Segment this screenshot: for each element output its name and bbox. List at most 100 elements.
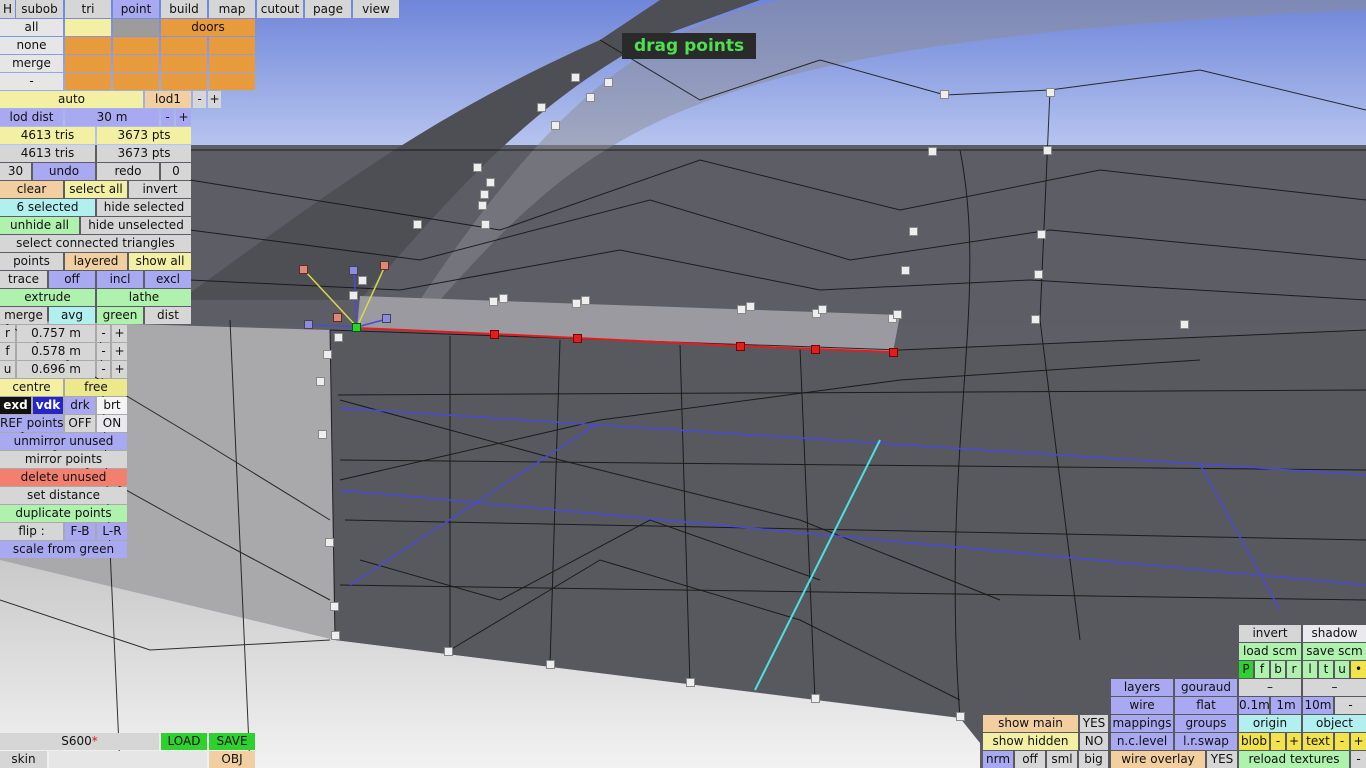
origin-button[interactable]: origin	[1239, 715, 1301, 732]
mirror-points-button[interactable]: mirror points	[0, 451, 127, 468]
tab-page[interactable]: page	[305, 0, 351, 18]
save-button[interactable]: SAVE	[209, 733, 255, 750]
select-all-group-button[interactable]: all	[0, 19, 63, 36]
reload-minus-button[interactable]: -	[1351, 751, 1366, 768]
3d-viewport[interactable]	[0, 0, 1366, 768]
gizmo-handle[interactable]	[299, 265, 308, 274]
mesh-point[interactable]	[323, 350, 332, 359]
layers-button[interactable]: layers	[1111, 679, 1173, 696]
selected-point[interactable]	[490, 330, 499, 339]
load-scm-button[interactable]: load scm	[1239, 643, 1301, 660]
view-dot-button[interactable]: •	[1351, 661, 1366, 678]
mesh-point[interactable]	[331, 631, 340, 640]
flip-lr-button[interactable]: L-R	[97, 523, 127, 540]
green-button[interactable]: green	[97, 307, 143, 324]
text-minus-button[interactable]: -	[1335, 733, 1349, 750]
redo-button[interactable]: redo	[97, 163, 159, 180]
show-hidden-toggle[interactable]: NO	[1080, 733, 1108, 750]
mesh-point[interactable]	[413, 220, 422, 229]
view-p-button[interactable]: P	[1239, 661, 1253, 678]
layered-button[interactable]: layered	[65, 253, 127, 270]
save-scm-button[interactable]: save scm	[1303, 643, 1366, 660]
mesh-point[interactable]	[334, 333, 343, 342]
show-main-toggle[interactable]: YES	[1080, 715, 1108, 732]
mesh-point[interactable]	[551, 121, 560, 130]
tab-subob[interactable]: subob	[16, 0, 63, 18]
mesh-point[interactable]	[893, 310, 902, 319]
trace-excl-button[interactable]: excl	[145, 271, 191, 288]
mesh-point[interactable]	[572, 299, 581, 308]
tab-h[interactable]: H	[0, 0, 15, 18]
view-f-button[interactable]: f	[1255, 661, 1269, 678]
mesh-point[interactable]	[811, 694, 820, 703]
blob-plus-button[interactable]: +	[1287, 733, 1301, 750]
size-sml-button[interactable]: sml	[1047, 751, 1077, 768]
mesh-point[interactable]	[1037, 230, 1046, 239]
gizmo-handle[interactable]	[382, 314, 391, 323]
duplicate-points-button[interactable]: duplicate points	[0, 505, 127, 522]
lod-auto-button[interactable]: auto	[0, 91, 143, 108]
green-pivot-point[interactable]	[352, 323, 361, 332]
mesh-point[interactable]	[480, 190, 489, 199]
mesh-point[interactable]	[1180, 320, 1189, 329]
group-slot[interactable]	[113, 55, 159, 72]
centre-pivot-button[interactable]: centre	[0, 379, 63, 396]
mesh-point[interactable]	[478, 201, 487, 210]
coord-u-plus[interactable]: +	[112, 361, 127, 378]
group-slot[interactable]	[161, 55, 207, 72]
tab-point[interactable]: point	[113, 0, 159, 18]
show-hidden-button[interactable]: show hidden	[983, 733, 1078, 750]
tab-cutout[interactable]: cutout	[257, 0, 303, 18]
shadow-button[interactable]: shadow	[1303, 625, 1366, 642]
obj-button[interactable]: OBJ	[209, 751, 255, 768]
view-l-button[interactable]: l	[1303, 661, 1317, 678]
coord-r-plus[interactable]: +	[112, 325, 127, 342]
group-slot[interactable]	[161, 37, 207, 54]
vdk-button[interactable]: vdk	[33, 397, 63, 414]
lod-dist-minus[interactable]: -	[161, 109, 174, 126]
group-slot[interactable]	[209, 37, 255, 54]
lathe-button[interactable]: lathe	[97, 289, 191, 306]
mesh-point[interactable]	[818, 305, 827, 314]
gizmo-handle[interactable]	[333, 313, 342, 322]
trace-button[interactable]: trace	[0, 271, 47, 288]
view-r-button[interactable]: r	[1287, 661, 1301, 678]
group-slot[interactable]	[65, 55, 111, 72]
lod-dist-plus[interactable]: +	[176, 109, 191, 126]
mesh-point[interactable]	[330, 602, 339, 611]
extrude-button[interactable]: extrude	[0, 289, 95, 306]
mesh-point[interactable]	[537, 103, 546, 112]
tab-tri[interactable]: tri	[65, 0, 111, 18]
mesh-point[interactable]	[499, 294, 508, 303]
invert-selection-button[interactable]: invert	[129, 181, 191, 198]
mesh-point[interactable]	[489, 297, 498, 306]
coord-r-minus[interactable]: -	[97, 325, 110, 342]
flip-fb-button[interactable]: F-B	[65, 523, 95, 540]
size-big-button[interactable]: big	[1079, 751, 1108, 768]
mappings-button[interactable]: mappings	[1111, 715, 1173, 732]
mesh-point[interactable]	[928, 147, 937, 156]
coord-f-minus[interactable]: -	[97, 343, 110, 360]
file-name-field[interactable]: S600*	[0, 733, 159, 750]
mesh-point[interactable]	[316, 377, 325, 386]
mesh-point[interactable]	[686, 678, 695, 687]
selected-point[interactable]	[573, 334, 582, 343]
coord-r-value[interactable]: 0.757 m	[17, 325, 95, 342]
mesh-point[interactable]	[746, 302, 755, 311]
tab-view[interactable]: view	[353, 0, 399, 18]
hide-selected-button[interactable]: hide selected	[97, 199, 191, 216]
select-all-button[interactable]: select all	[65, 181, 127, 198]
nc-level-button[interactable]: n.c.level	[1111, 733, 1173, 750]
group-slot[interactable]	[209, 55, 255, 72]
selected-point[interactable]	[811, 345, 820, 354]
mesh-point[interactable]	[1034, 270, 1043, 279]
tab-build[interactable]: build	[161, 0, 207, 18]
skin-field[interactable]	[49, 751, 207, 768]
group-doors-button[interactable]: doors	[161, 19, 255, 36]
coord-u-minus[interactable]: -	[97, 361, 110, 378]
mesh-point[interactable]	[473, 163, 482, 172]
unhide-all-button[interactable]: unhide all	[0, 217, 79, 234]
wire-overlay-button[interactable]: wire overlay	[1111, 751, 1205, 768]
scale-from-green-button[interactable]: scale from green	[0, 541, 127, 558]
grid-minus-button[interactable]: -	[1335, 697, 1366, 714]
